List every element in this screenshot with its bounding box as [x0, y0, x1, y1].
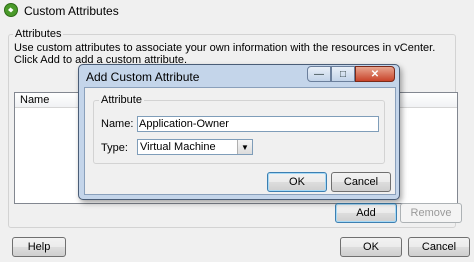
close-icon: ✕ — [370, 68, 380, 80]
attributes-legend: Attributes — [15, 28, 62, 40]
add-custom-attribute-dialog: Add Custom Attribute — □ ✕ Attribute Nam… — [78, 64, 400, 200]
name-input[interactable] — [137, 116, 379, 132]
window-titlebar: Custom Attributes — [0, 0, 474, 22]
cancel-button[interactable]: Cancel — [408, 237, 470, 257]
minimize-button[interactable]: — — [307, 66, 331, 82]
name-label: Name: — [101, 118, 134, 130]
type-label: Type: — [101, 142, 128, 154]
window-controls: — □ ✕ — [307, 66, 395, 84]
dialog-ok-button[interactable]: OK — [267, 172, 327, 192]
dialog-title: Add Custom Attribute — [86, 70, 200, 84]
type-select-value: Virtual Machine — [140, 141, 216, 153]
attributes-description: Use custom attributes to associate your … — [14, 42, 435, 66]
vsphere-app-icon — [4, 3, 18, 17]
ok-button[interactable]: OK — [340, 237, 402, 257]
close-button[interactable]: ✕ — [355, 66, 395, 82]
dialog-cancel-button[interactable]: Cancel — [331, 172, 391, 192]
add-button[interactable]: Add — [335, 203, 397, 223]
type-select[interactable]: Virtual Machine ▼ — [137, 139, 253, 155]
attribute-legend: Attribute — [101, 94, 142, 106]
dialog-body: Attribute Name: Type: Virtual Machine ▼ … — [84, 87, 396, 195]
help-button[interactable]: Help — [12, 237, 66, 257]
dropdown-arrow-icon[interactable]: ▼ — [237, 140, 252, 154]
description-line-1: Use custom attributes to associate your … — [14, 42, 436, 54]
remove-button[interactable]: Remove — [400, 203, 462, 223]
window-title: Custom Attributes — [24, 4, 119, 18]
minimize-icon: — — [314, 68, 324, 80]
column-header-name[interactable]: Name — [20, 94, 49, 106]
maximize-icon: □ — [339, 68, 347, 80]
maximize-button[interactable]: □ — [331, 66, 355, 82]
